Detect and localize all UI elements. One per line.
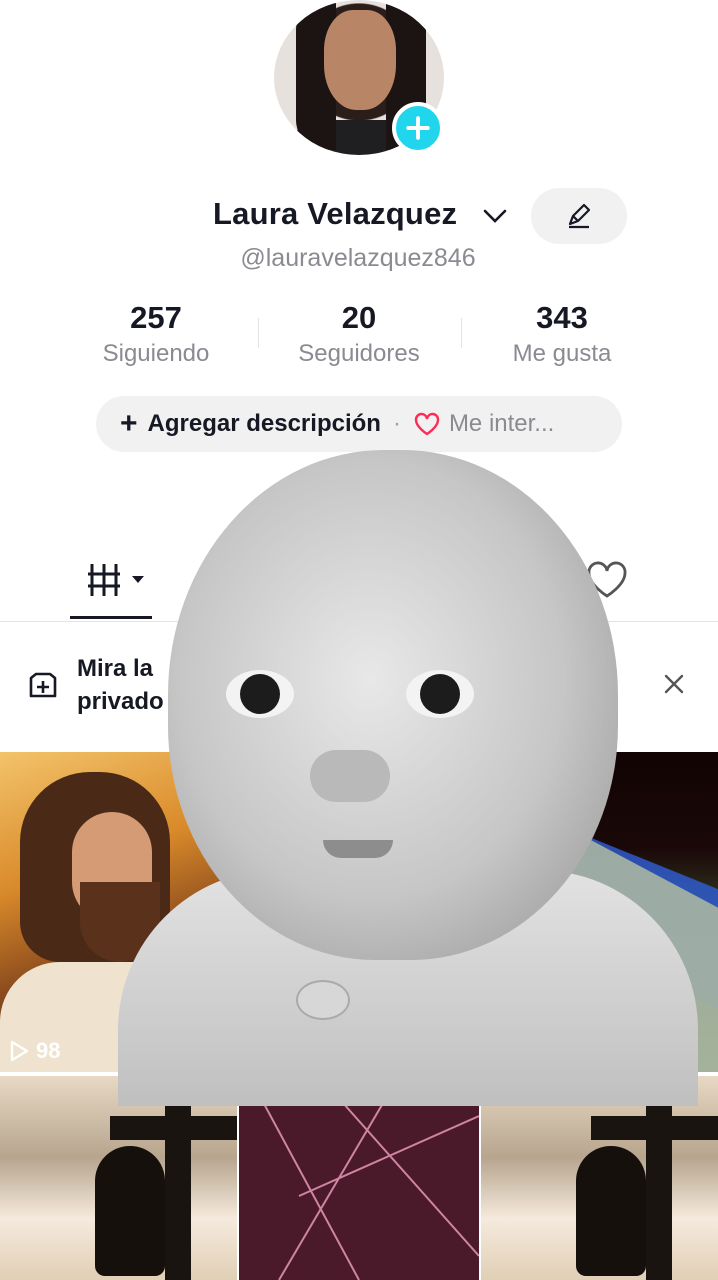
thumbnail-cross — [110, 1116, 237, 1140]
view-count: 98 — [8, 1038, 60, 1064]
profile-handle: @lauravelazquez846 — [240, 244, 476, 272]
video-thumbnail[interactable] — [481, 1076, 718, 1280]
heart-icon — [414, 412, 440, 436]
thumbnail-cross — [165, 1076, 191, 1280]
baby-eye — [226, 670, 294, 718]
edit-profile-button[interactable] — [531, 188, 627, 244]
stat-followers[interactable]: 20 Seguidores — [259, 300, 459, 368]
profile-name[interactable]: Laura Velazquez — [213, 196, 457, 232]
avatar-face — [324, 10, 396, 110]
thumbnail-lines — [239, 1076, 479, 1280]
stat-label: Seguidores — [298, 340, 420, 367]
name-row: Laura Velazquez — [0, 188, 718, 244]
baby-mouth — [323, 840, 393, 858]
stat-divider — [461, 318, 462, 348]
add-story-button[interactable] — [392, 102, 444, 154]
plus-icon: + — [120, 407, 138, 440]
stat-label: Me gusta — [512, 340, 612, 367]
thumbnail-cross — [646, 1076, 672, 1280]
plus-square-icon — [29, 672, 57, 698]
chevron-down-icon[interactable] — [482, 206, 508, 226]
baby-overlay-image — [118, 450, 698, 1106]
stat-label: Siguiendo — [102, 340, 210, 367]
stat-value: 257 — [130, 300, 182, 335]
video-thumbnail[interactable] — [239, 1076, 479, 1280]
play-icon — [10, 1040, 29, 1062]
thumbnail-figure — [576, 1146, 646, 1276]
add-description-label: Agregar descripción — [147, 410, 381, 437]
plus-icon — [406, 116, 430, 140]
profile-stats: 257 Siguiendo 20 Seguidores 343 Me gusta — [0, 300, 718, 370]
stat-value: 20 — [341, 300, 377, 335]
stat-following[interactable]: 257 Siguiendo — [56, 300, 256, 368]
add-description-pill[interactable]: + Agregar descripción · Me inter... — [96, 396, 622, 452]
pencil-icon — [568, 203, 591, 229]
separator-dot: · — [392, 410, 401, 437]
baby-shirt-button — [296, 980, 350, 1020]
interests-label: Me inter... — [448, 410, 555, 437]
stat-value: 343 — [536, 300, 588, 335]
thumbnail-cross — [591, 1116, 718, 1140]
baby-nose — [310, 750, 390, 802]
baby-eye — [406, 670, 474, 718]
stat-divider — [258, 318, 259, 348]
thumbnail-figure — [95, 1146, 165, 1276]
video-thumbnail[interactable] — [0, 1076, 237, 1280]
stat-likes[interactable]: 343 Me gusta — [462, 300, 662, 368]
